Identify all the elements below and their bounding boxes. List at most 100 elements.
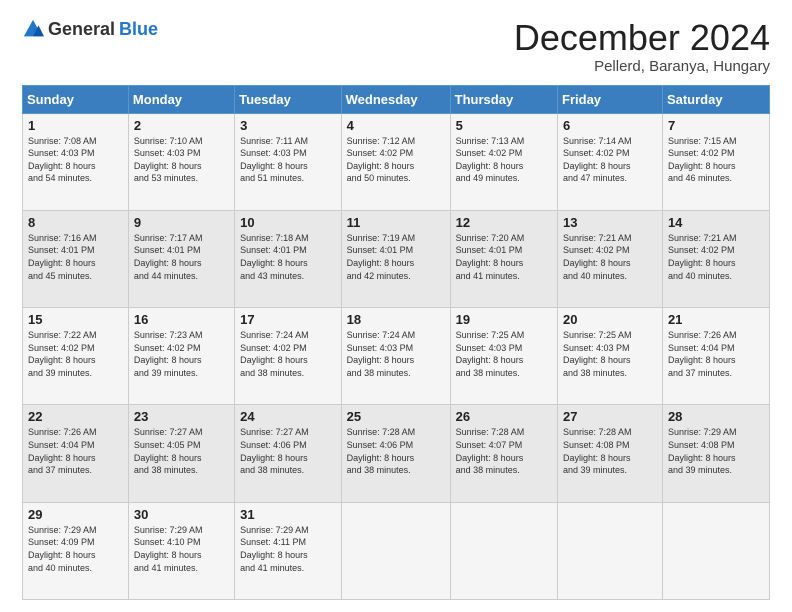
day-info: Sunrise: 7:13 AMSunset: 4:02 PMDaylight:… — [456, 135, 552, 185]
header: GeneralBlue December 2024 Pellerd, Baran… — [22, 18, 770, 75]
calendar-cell — [662, 502, 769, 599]
calendar-cell: 10 Sunrise: 7:18 AMSunset: 4:01 PMDayligh… — [235, 210, 342, 307]
day-number: 9 — [134, 215, 229, 230]
day-info: Sunrise: 7:22 AMSunset: 4:02 PMDaylight:… — [28, 329, 123, 379]
day-info: Sunrise: 7:29 AMSunset: 4:09 PMDaylight:… — [28, 524, 123, 574]
day-info: Sunrise: 7:21 AMSunset: 4:02 PMDaylight:… — [563, 232, 657, 282]
calendar-header-row: SundayMondayTuesdayWednesdayThursdayFrid… — [23, 85, 770, 113]
day-number: 30 — [134, 507, 229, 522]
calendar-table: SundayMondayTuesdayWednesdayThursdayFrid… — [22, 85, 770, 600]
day-number: 21 — [668, 312, 764, 327]
day-info: Sunrise: 7:27 AMSunset: 4:05 PMDaylight:… — [134, 426, 229, 476]
day-info: Sunrise: 7:26 AMSunset: 4:04 PMDaylight:… — [668, 329, 764, 379]
day-number: 3 — [240, 118, 336, 133]
day-header-wednesday: Wednesday — [341, 85, 450, 113]
day-number: 23 — [134, 409, 229, 424]
day-header-monday: Monday — [128, 85, 234, 113]
day-info: Sunrise: 7:15 AMSunset: 4:02 PMDaylight:… — [668, 135, 764, 185]
day-header-thursday: Thursday — [450, 85, 557, 113]
calendar-cell: 14 Sunrise: 7:21 AMSunset: 4:02 PMDayligh… — [662, 210, 769, 307]
day-number: 17 — [240, 312, 336, 327]
calendar-cell — [450, 502, 557, 599]
day-number: 26 — [456, 409, 552, 424]
day-number: 2 — [134, 118, 229, 133]
day-info: Sunrise: 7:12 AMSunset: 4:02 PMDaylight:… — [347, 135, 445, 185]
day-info: Sunrise: 7:18 AMSunset: 4:01 PMDaylight:… — [240, 232, 336, 282]
day-number: 18 — [347, 312, 445, 327]
calendar-cell: 23 Sunrise: 7:27 AMSunset: 4:05 PMDayligh… — [128, 405, 234, 502]
day-info: Sunrise: 7:20 AMSunset: 4:01 PMDaylight:… — [456, 232, 552, 282]
day-info: Sunrise: 7:14 AMSunset: 4:02 PMDaylight:… — [563, 135, 657, 185]
title-area: December 2024 Pellerd, Baranya, Hungary — [514, 18, 770, 75]
calendar-cell: 16Sunrise: 7:23 AMSunset: 4:02 PMDayligh… — [128, 308, 234, 405]
day-number: 20 — [563, 312, 657, 327]
calendar-cell: 11 Sunrise: 7:19 AMSunset: 4:01 PMDayligh… — [341, 210, 450, 307]
day-number: 5 — [456, 118, 552, 133]
day-info: Sunrise: 7:29 AMSunset: 4:11 PMDaylight:… — [240, 524, 336, 574]
calendar-cell: 31 Sunrise: 7:29 AMSunset: 4:11 PMDayligh… — [235, 502, 342, 599]
day-info: Sunrise: 7:10 AMSunset: 4:03 PMDaylight:… — [134, 135, 229, 185]
calendar-week-row: 15 Sunrise: 7:22 AMSunset: 4:02 PMDayligh… — [23, 308, 770, 405]
logo-area: GeneralBlue — [22, 18, 158, 40]
calendar-cell: 21 Sunrise: 7:26 AMSunset: 4:04 PMDayligh… — [662, 308, 769, 405]
calendar-cell: 25 Sunrise: 7:28 AMSunset: 4:06 PMDayligh… — [341, 405, 450, 502]
day-number: 11 — [347, 215, 445, 230]
day-info: Sunrise: 7:24 AMSunset: 4:02 PMDaylight:… — [240, 329, 336, 379]
day-info: Sunrise: 7:29 AMSunset: 4:08 PMDaylight:… — [668, 426, 764, 476]
day-info: Sunrise: 7:17 AMSunset: 4:01 PMDaylight:… — [134, 232, 229, 282]
day-number: 4 — [347, 118, 445, 133]
location-title: Pellerd, Baranya, Hungary — [514, 58, 770, 75]
calendar-cell: 1Sunrise: 7:08 AMSunset: 4:03 PMDaylight… — [23, 113, 129, 210]
day-number: 13 — [563, 215, 657, 230]
day-number: 19 — [456, 312, 552, 327]
day-header-tuesday: Tuesday — [235, 85, 342, 113]
calendar-week-row: 29 Sunrise: 7:29 AMSunset: 4:09 PMDayligh… — [23, 502, 770, 599]
logo-icon — [22, 18, 44, 40]
day-info: Sunrise: 7:28 AMSunset: 4:07 PMDaylight:… — [456, 426, 552, 476]
calendar-cell: 2 Sunrise: 7:10 AMSunset: 4:03 PMDaylight… — [128, 113, 234, 210]
day-number: 22 — [28, 409, 123, 424]
day-number: 8 — [28, 215, 123, 230]
day-number: 6 — [563, 118, 657, 133]
page: GeneralBlue December 2024 Pellerd, Baran… — [0, 0, 792, 612]
calendar-cell: 24Sunrise: 7:27 AMSunset: 4:06 PMDayligh… — [235, 405, 342, 502]
day-info: Sunrise: 7:29 AMSunset: 4:10 PMDaylight:… — [134, 524, 229, 574]
day-info: Sunrise: 7:21 AMSunset: 4:02 PMDaylight:… — [668, 232, 764, 282]
calendar-cell: 12 Sunrise: 7:20 AMSunset: 4:01 PMDayligh… — [450, 210, 557, 307]
day-header-friday: Friday — [558, 85, 663, 113]
calendar-cell — [558, 502, 663, 599]
calendar-cell: 28 Sunrise: 7:29 AMSunset: 4:08 PMDayligh… — [662, 405, 769, 502]
day-info: Sunrise: 7:16 AMSunset: 4:01 PMDaylight:… — [28, 232, 123, 282]
calendar-cell: 27Sunrise: 7:28 AMSunset: 4:08 PMDayligh… — [558, 405, 663, 502]
calendar-cell: 3Sunrise: 7:11 AMSunset: 4:03 PMDaylight… — [235, 113, 342, 210]
calendar-cell: 9 Sunrise: 7:17 AMSunset: 4:01 PMDaylight… — [128, 210, 234, 307]
day-number: 14 — [668, 215, 764, 230]
day-info: Sunrise: 7:28 AMSunset: 4:06 PMDaylight:… — [347, 426, 445, 476]
day-header-saturday: Saturday — [662, 85, 769, 113]
day-info: Sunrise: 7:24 AMSunset: 4:03 PMDaylight:… — [347, 329, 445, 379]
day-number: 28 — [668, 409, 764, 424]
day-number: 12 — [456, 215, 552, 230]
calendar-cell: 30 Sunrise: 7:29 AMSunset: 4:10 PMDayligh… — [128, 502, 234, 599]
calendar-cell: 17 Sunrise: 7:24 AMSunset: 4:02 PMDayligh… — [235, 308, 342, 405]
day-info: Sunrise: 7:25 AMSunset: 4:03 PMDaylight:… — [456, 329, 552, 379]
calendar-cell: 6 Sunrise: 7:14 AMSunset: 4:02 PMDaylight… — [558, 113, 663, 210]
day-number: 15 — [28, 312, 123, 327]
day-number: 25 — [347, 409, 445, 424]
day-info: Sunrise: 7:08 AMSunset: 4:03 PMDaylight:… — [28, 135, 123, 185]
day-info: Sunrise: 7:19 AMSunset: 4:01 PMDaylight:… — [347, 232, 445, 282]
calendar-cell: 13 Sunrise: 7:21 AMSunset: 4:02 PMDayligh… — [558, 210, 663, 307]
day-header-sunday: Sunday — [23, 85, 129, 113]
logo-text-general: General — [48, 19, 115, 40]
calendar-week-row: 8 Sunrise: 7:16 AMSunset: 4:01 PMDaylight… — [23, 210, 770, 307]
calendar-cell: 19 Sunrise: 7:25 AMSunset: 4:03 PMDayligh… — [450, 308, 557, 405]
day-number: 16 — [134, 312, 229, 327]
calendar-week-row: 22Sunrise: 7:26 AMSunset: 4:04 PMDayligh… — [23, 405, 770, 502]
day-number: 10 — [240, 215, 336, 230]
calendar-cell: 18 Sunrise: 7:24 AMSunset: 4:03 PMDayligh… — [341, 308, 450, 405]
day-number: 29 — [28, 507, 123, 522]
day-number: 24 — [240, 409, 336, 424]
day-number: 31 — [240, 507, 336, 522]
calendar-cell: 8 Sunrise: 7:16 AMSunset: 4:01 PMDaylight… — [23, 210, 129, 307]
calendar-cell: 29 Sunrise: 7:29 AMSunset: 4:09 PMDayligh… — [23, 502, 129, 599]
